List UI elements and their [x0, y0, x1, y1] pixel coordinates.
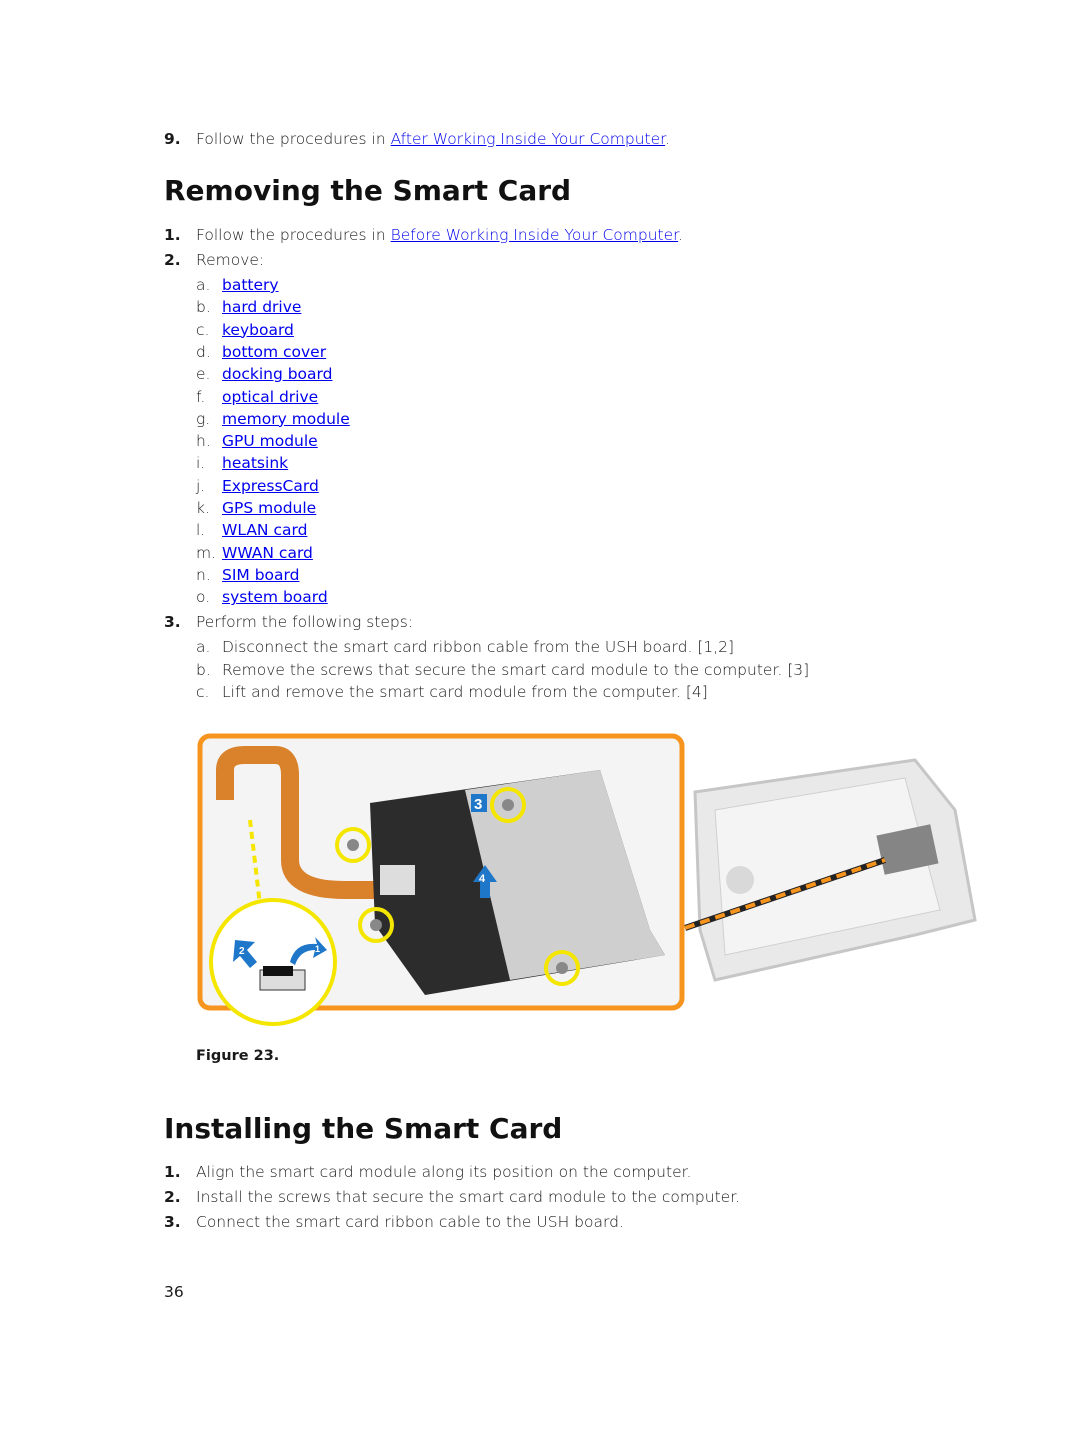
- list-item-letter: g.: [196, 409, 211, 428]
- list-item-letter: j.: [196, 476, 206, 495]
- step-number: 3.: [164, 1213, 181, 1231]
- list-item-text: Disconnect the smart card ribbon cable f…: [222, 638, 735, 656]
- step-number: 2.: [164, 1188, 181, 1206]
- computer-overview-image: [693, 758, 977, 982]
- step-suffix: .: [665, 130, 671, 148]
- remove-link-hard-drive[interactable]: hard drive: [222, 298, 301, 316]
- list-item-letter: f.: [196, 387, 206, 406]
- list-item-letter: l.: [196, 521, 206, 540]
- remove-link-heatsink[interactable]: heatsink: [222, 454, 288, 472]
- step-text: Perform the following steps:: [196, 613, 414, 631]
- step-text-lead: Follow the procedures in: [196, 226, 391, 244]
- step-text: Remove:: [196, 251, 265, 269]
- list-item-letter: o.: [196, 588, 211, 607]
- list-item-letter: a.: [196, 638, 211, 656]
- remove-link-wlan-card[interactable]: WLAN card: [222, 521, 307, 539]
- section-title-removing: Removing the Smart Card: [164, 174, 572, 207]
- remove-link-wwan-card[interactable]: WWAN card: [222, 544, 313, 562]
- list-item-letter: m.: [196, 543, 217, 562]
- list-item-letter: e.: [196, 365, 211, 384]
- step-text: Follow the procedures in Before Working …: [196, 226, 683, 244]
- figure-caption: Figure 23.: [196, 1048, 280, 1064]
- list-item-letter: b.: [196, 660, 211, 679]
- figure-smart-card-removal: 3 4 2 1: [197, 733, 977, 1026]
- list-item-letter: b.: [196, 298, 211, 317]
- after-working-link[interactable]: After Working Inside Your Computer: [391, 130, 665, 148]
- callout-3: 3: [474, 796, 482, 813]
- callout-1: 1: [315, 944, 320, 954]
- remove-link-keyboard[interactable]: keyboard: [222, 321, 294, 339]
- remove-link-expresscard[interactable]: ExpressCard: [222, 477, 319, 495]
- list-item-letter: d.: [196, 342, 211, 361]
- connector-detail-callout: [209, 898, 337, 1026]
- before-working-link[interactable]: Before Working Inside Your Computer: [391, 226, 678, 244]
- callout-2: 2: [239, 946, 245, 957]
- remove-link-docking-board[interactable]: docking board: [222, 365, 332, 383]
- step-text: Install the screws that secure the smart…: [196, 1188, 741, 1206]
- remove-link-sim-board[interactable]: SIM board: [222, 566, 299, 584]
- step-text-lead: Follow the procedures in: [196, 130, 391, 148]
- remove-link-bottom-cover[interactable]: bottom cover: [222, 343, 326, 361]
- page-number: 36: [164, 1283, 184, 1301]
- list-item-text: Remove the screws that secure the smart …: [222, 660, 810, 679]
- step-number: 9.: [164, 130, 181, 148]
- list-item-letter: h.: [196, 432, 211, 451]
- remove-link-memory-module[interactable]: memory module: [222, 410, 350, 428]
- section-title-installing: Installing the Smart Card: [164, 1112, 563, 1145]
- step-text: Connect the smart card ribbon cable to t…: [196, 1213, 624, 1231]
- list-item-letter: k.: [196, 499, 210, 517]
- remove-link-battery[interactable]: battery: [222, 276, 279, 294]
- list-item-letter: n.: [196, 565, 211, 584]
- list-item-letter: i.: [196, 454, 206, 473]
- step-text: Align the smart card module along its po…: [196, 1163, 692, 1181]
- list-item-letter: a.: [196, 276, 211, 294]
- callout-4: 4: [479, 873, 486, 885]
- step-text: Follow the procedures in After Working I…: [196, 130, 670, 148]
- remove-link-gpu-module[interactable]: GPU module: [222, 432, 318, 450]
- step-suffix: .: [678, 226, 684, 244]
- step-number: 1.: [164, 1163, 181, 1181]
- list-item-letter: c.: [196, 683, 210, 701]
- list-item-letter: c.: [196, 320, 210, 339]
- remove-link-system-board[interactable]: system board: [222, 588, 328, 606]
- step-number: 3.: [164, 613, 181, 631]
- step-number: 2.: [164, 251, 181, 269]
- remove-link-gps-module[interactable]: GPS module: [222, 499, 316, 517]
- step-number: 1.: [164, 226, 181, 244]
- list-item-text: Lift and remove the smart card module fr…: [222, 683, 708, 701]
- remove-link-optical-drive[interactable]: optical drive: [222, 388, 318, 406]
